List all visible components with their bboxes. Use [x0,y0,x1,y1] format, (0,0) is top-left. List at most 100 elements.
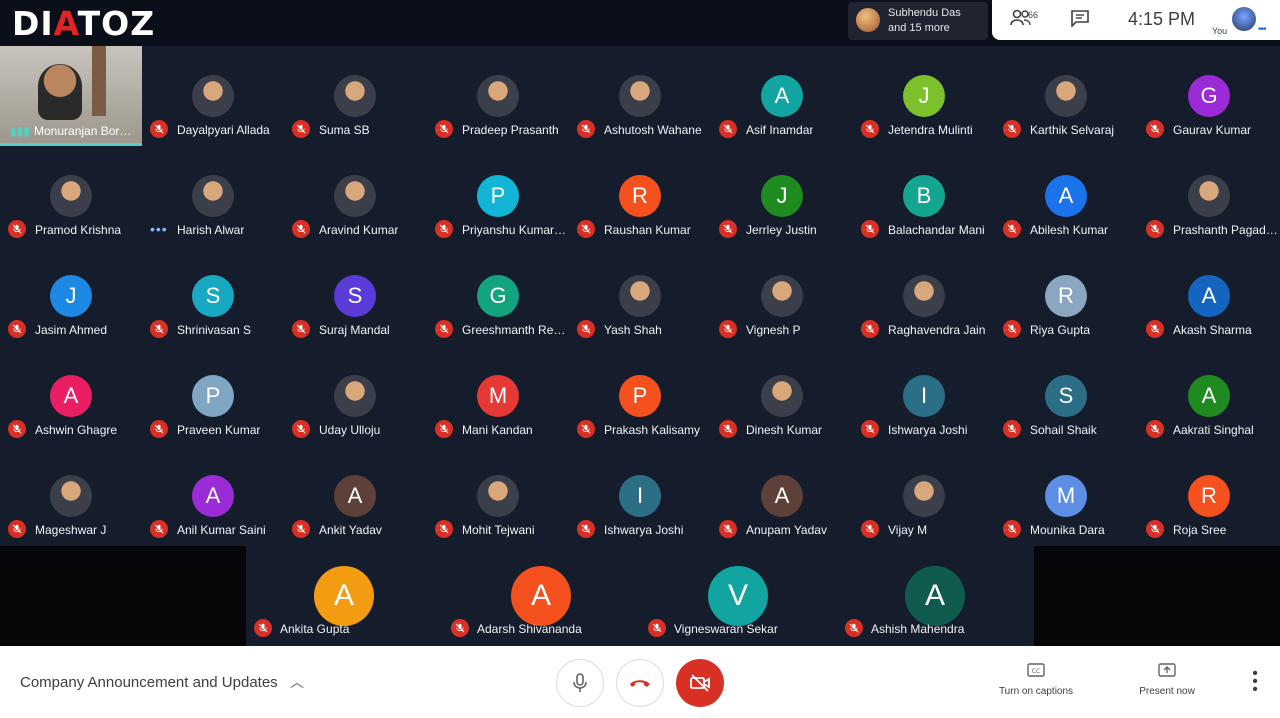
participant-tile[interactable]: A Abilesh Kumar [995,146,1137,246]
participant-name: Jasim Ahmed [35,323,108,337]
participant-tile[interactable]: Aravind Kumar [284,146,426,246]
brand-logo: DIATOZ [12,4,155,43]
participant-tile[interactable]: P Prakash Kalisamy [569,346,711,446]
participant-tile[interactable]: I Ishwarya Joshi [853,346,995,446]
participant-tile[interactable]: A Anupam Yadav [711,446,853,546]
participant-tile[interactable]: I Ishwarya Joshi [569,446,711,546]
participant-name: Uday Ulloju [319,423,381,437]
self-more-icon[interactable]: ••• [1258,24,1266,35]
participant-tile[interactable]: G Greeshmanth Reddy [427,246,569,346]
participant-tile[interactable]: ••• Harish Alwar [142,146,284,246]
mic-off-icon [577,220,595,238]
present-now-button[interactable]: Present now [1117,662,1217,706]
participant-tile[interactable]: P Praveen Kumar [142,346,284,446]
participant-name: Suma SB [319,123,370,137]
participant-tile[interactable]: A Akash Sharma [1138,246,1280,346]
more-vert-icon[interactable]: • • • [1246,666,1264,698]
participant-name: Jerrley Justin [746,223,817,237]
participant-tile[interactable]: Mohit Tejwani [427,446,569,546]
participant-tile[interactable]: R Raushan Kumar [569,146,711,246]
participant-tile[interactable]: Uday Ulloju [284,346,426,446]
participant-tile[interactable]: A Asif Inamdar [711,46,853,146]
mic-off-icon [435,520,453,538]
participant-tile[interactable]: S Sohail Shaik [995,346,1137,446]
participant-tile[interactable]: Karthik Selvaraj [995,46,1137,146]
chat-button[interactable] [1070,9,1094,31]
participant-name: Raushan Kumar [604,223,691,237]
mic-off-icon [1146,220,1164,238]
participant-tile[interactable]: J Jerrley Justin [711,146,853,246]
mic-off-icon [719,420,737,438]
participant-tile[interactable]: Prashanth Pagadala [1138,146,1280,246]
svg-text:CC: CC [1032,668,1040,675]
participant-tile[interactable]: M Mani Kandan [427,346,569,446]
camera-button[interactable] [676,659,724,707]
participant-name: Ashwin Ghagre [35,423,118,437]
chevron-up-icon[interactable]: ︿ [290,672,304,692]
participant-tile[interactable]: M Mounika Dara [995,446,1137,546]
participant-avatar: I [903,375,945,417]
participant-name: Ankit Yadav [319,523,382,537]
participant-avatar: R [619,175,661,217]
participant-name: Prashanth Pagadala [1173,223,1278,237]
participant-tile[interactable]: B Balachandar Mani [853,146,995,246]
participant-tile[interactable]: Dayalpyari Allada [142,46,284,146]
participant-tile[interactable]: A Aakrati Singhal [1138,346,1280,446]
participant-tile[interactable]: Ashutosh Wahane [569,46,711,146]
participant-tile[interactable]: R Roja Sree [1138,446,1280,546]
participant-name: Priyanshu Kumar Singh [462,223,567,237]
participant-tile[interactable]: R Riya Gupta [995,246,1137,346]
participant-name: Dayalpyari Allada [177,123,270,137]
participant-tile[interactable]: Pradeep Prasanth [427,46,569,146]
leave-call-button[interactable] [616,659,664,707]
participant-name: Ishwarya Joshi [888,423,968,437]
participant-tile[interactable]: A Anil Kumar Saini [142,446,284,546]
participant-tile[interactable]: A Ashish Mahendra [837,546,1033,646]
participant-tile[interactable]: J Jetendra Mulinti [853,46,995,146]
microphone-button[interactable] [556,659,604,707]
mic-off-icon [1146,320,1164,338]
participant-photo [50,175,92,217]
participant-tile[interactable]: A Adarsh Shivananda [443,546,639,646]
control-bar: Company Announcement and Updates ︿ CC Tu… [0,646,1280,718]
participant-avatar: S [334,275,376,317]
participant-avatar: A [905,566,965,626]
participant-tile[interactable]: Suma SB [284,46,426,146]
participant-tile[interactable]: Pramod Krishna [0,146,142,246]
participant-tile[interactable]: Dinesh Kumar [711,346,853,446]
participant-name: Yash Shah [604,323,662,337]
participant-photo [1045,75,1087,117]
mic-off-icon [719,320,737,338]
mic-off-icon [577,420,595,438]
participant-tile[interactable]: Mageshwar J [0,446,142,546]
video-background-door [92,46,106,116]
mic-off-icon [8,320,26,338]
participant-tile[interactable]: A Ankita Gupta [246,546,442,646]
participant-name: Gaurav Kumar [1173,123,1252,137]
self-avatar[interactable] [1232,7,1256,31]
meeting-title[interactable]: Company Announcement and Updates [20,674,278,691]
participant-tile[interactable]: S Suraj Mandal [284,246,426,346]
participant-name: Balachandar Mani [888,223,985,237]
participant-tile[interactable]: Vignesh P [711,246,853,346]
participant-tile[interactable]: S Shrinivasan S [142,246,284,346]
participant-tile[interactable]: V Vigneswaran Sekar [640,546,836,646]
participant-avatar: B [903,175,945,217]
mic-off-icon [435,420,453,438]
participant-avatar: G [477,275,519,317]
participant-tile[interactable]: A Ashwin Ghagre [0,346,142,446]
participant-tile[interactable]: Raghavendra Jain [853,246,995,346]
presenter-tile[interactable]: ▮▮▮ Monuranjan Borgohain [0,46,142,146]
participant-tile[interactable]: P Priyanshu Kumar Singh [427,146,569,246]
captions-button[interactable]: CC Turn on captions [986,662,1086,706]
participant-tile[interactable]: A Ankit Yadav [284,446,426,546]
participant-tile[interactable]: Vijay M [853,446,995,546]
participant-tile[interactable]: Yash Shah [569,246,711,346]
participant-name: Sohail Shaik [1030,423,1097,437]
participant-name: Dinesh Kumar [746,423,823,437]
participant-avatar: A [1188,275,1230,317]
participant-tile[interactable]: J Jasim Ahmed [0,246,142,346]
mic-off-icon [435,320,453,338]
mic-off-icon [1003,420,1021,438]
participant-tile[interactable]: G Gaurav Kumar [1138,46,1280,146]
